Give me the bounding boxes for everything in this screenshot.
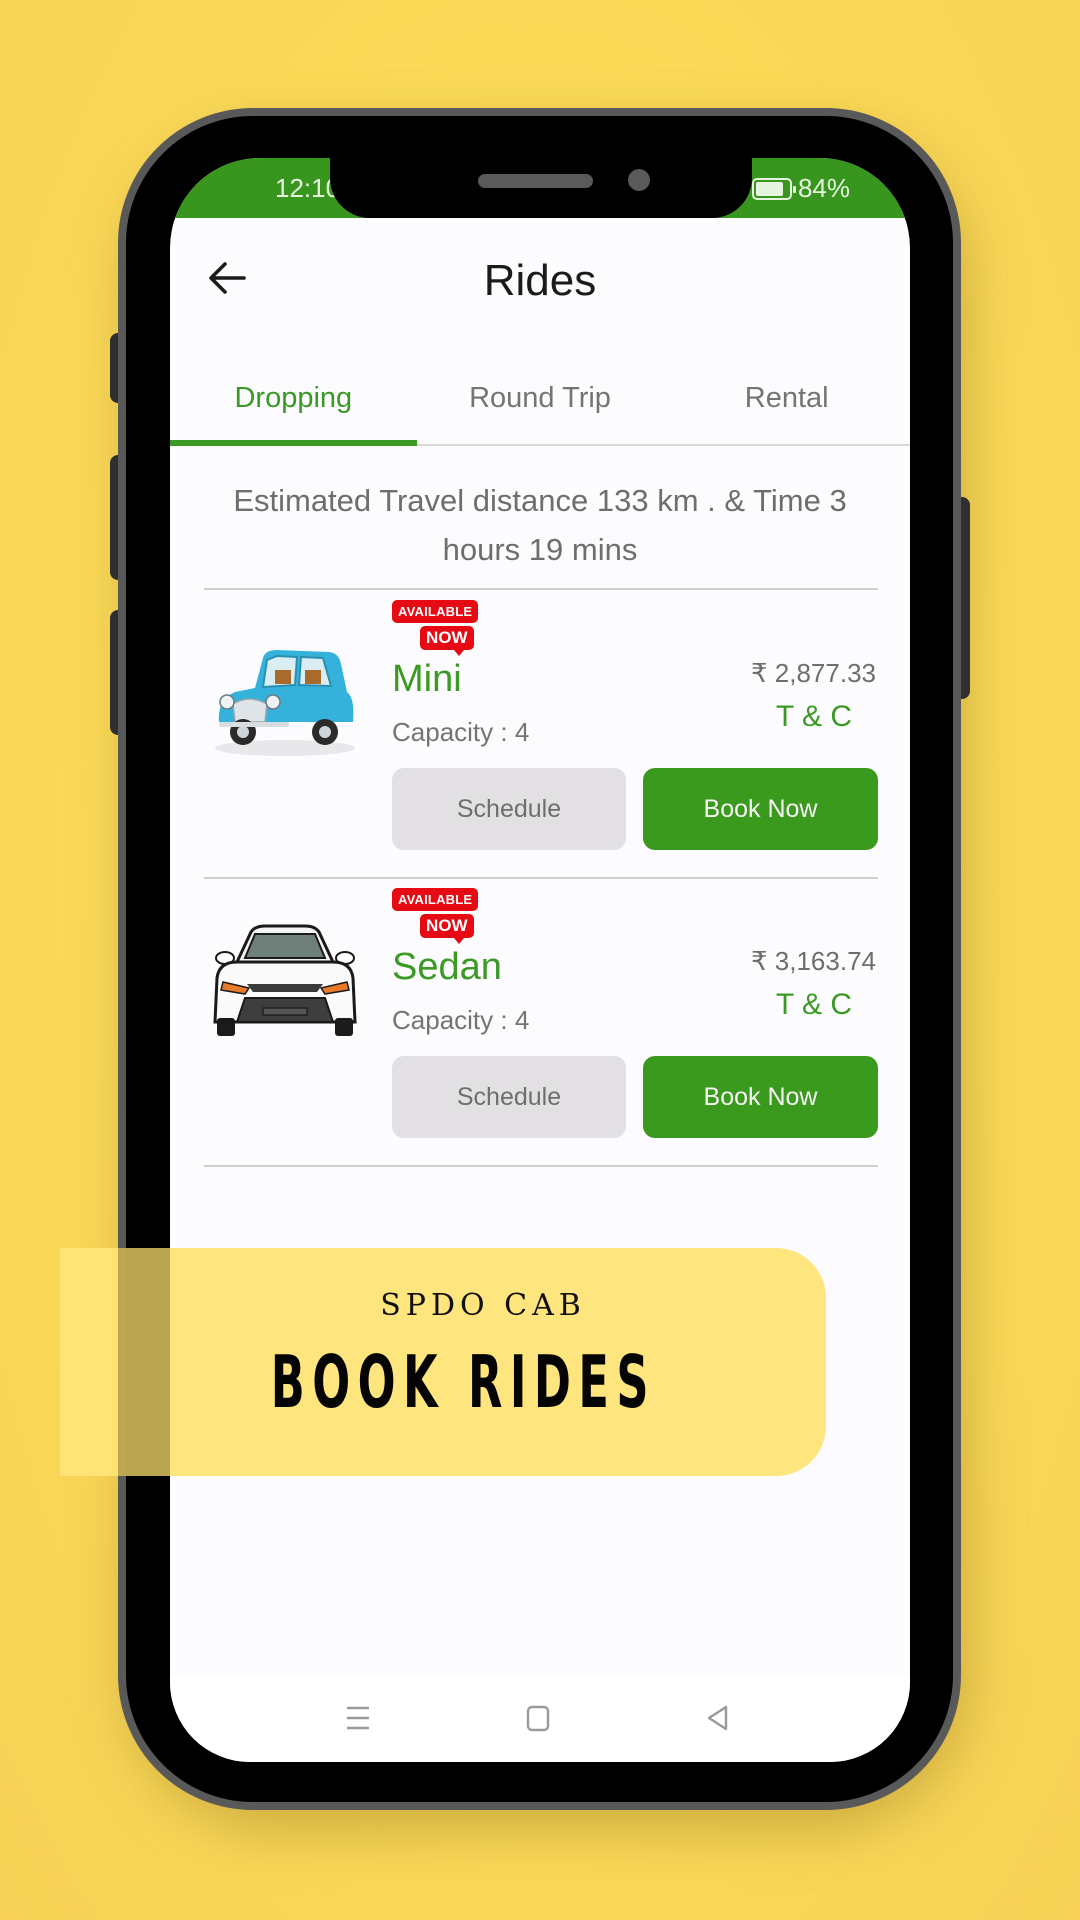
ride-price: ₹ 2,877.33 xyxy=(751,658,876,688)
ride-option-mini: AVAILABLE NOW Mini Capacity : 4 ₹ 2,877.… xyxy=(170,590,910,878)
tab-dropping[interactable]: Dropping xyxy=(170,348,417,446)
app-bar: Rides xyxy=(170,218,910,348)
badge-available-text: AVAILABLE xyxy=(392,888,479,911)
ride-option-sedan: AVAILABLE NOW Sedan Capacity : 4 ₹ 3,163… xyxy=(170,878,910,1166)
schedule-button[interactable]: Schedule xyxy=(392,768,626,850)
mini-car-image xyxy=(200,610,370,780)
menu-lines-icon xyxy=(347,1706,369,1730)
tab-rental[interactable]: Rental xyxy=(663,348,910,444)
badge-available-text: AVAILABLE xyxy=(392,600,479,623)
back-nav-button[interactable] xyxy=(698,1698,738,1738)
ride-capacity: Capacity : 4 xyxy=(392,1005,530,1035)
book-now-button[interactable]: Book Now xyxy=(643,1056,878,1138)
front-camera xyxy=(628,169,650,191)
banner-frame-overlap xyxy=(118,1248,170,1476)
sedan-car-image xyxy=(200,898,370,1068)
home-button[interactable] xyxy=(518,1698,558,1738)
recents-button[interactable] xyxy=(338,1698,378,1738)
book-now-button[interactable]: Book Now xyxy=(643,768,878,850)
banner-subtitle: SPDO CAB xyxy=(380,1288,586,1323)
terms-link[interactable]: T & C xyxy=(776,700,852,734)
page-title: Rides xyxy=(483,256,597,305)
battery-icon xyxy=(751,177,796,200)
phone-speaker xyxy=(478,174,593,188)
ride-name: Mini xyxy=(392,658,462,700)
available-now-badge: AVAILABLE NOW xyxy=(392,600,479,656)
battery-percent: 84% xyxy=(797,173,850,203)
terms-link[interactable]: T & C xyxy=(776,988,852,1022)
divider xyxy=(204,1165,878,1167)
app-screen: 12:10 84% Rides Dropping Round Trip Rent… xyxy=(170,158,910,1762)
promo-banner: SPDO CAB BOOK RIDES xyxy=(60,1248,826,1476)
blue-mini-car-icon xyxy=(215,650,355,756)
badge-now-text: NOW xyxy=(420,914,474,944)
ride-type-tabs: Dropping Round Trip Rental xyxy=(170,348,910,446)
available-now-badge: AVAILABLE NOW xyxy=(392,888,479,944)
banner-title: BOOK RIDES xyxy=(270,1340,656,1424)
battery-fill xyxy=(755,181,783,196)
triangle-back-icon xyxy=(707,1705,728,1731)
battery-indicator: 84% xyxy=(751,173,850,204)
white-sedan-car-icon xyxy=(213,924,357,1036)
travel-estimate: Estimated Travel distance 133 km . & Tim… xyxy=(233,483,847,567)
badge-now-text: NOW xyxy=(420,626,474,656)
square-home-icon xyxy=(526,1705,550,1732)
system-nav-bar xyxy=(170,1676,910,1762)
ride-name: Sedan xyxy=(392,946,502,988)
schedule-button[interactable]: Schedule xyxy=(392,1056,626,1138)
power-button xyxy=(960,497,970,699)
phone-notch xyxy=(330,158,752,218)
ride-price: ₹ 3,163.74 xyxy=(751,946,876,976)
ride-capacity: Capacity : 4 xyxy=(392,717,530,747)
tab-round-trip[interactable]: Round Trip xyxy=(417,348,664,444)
